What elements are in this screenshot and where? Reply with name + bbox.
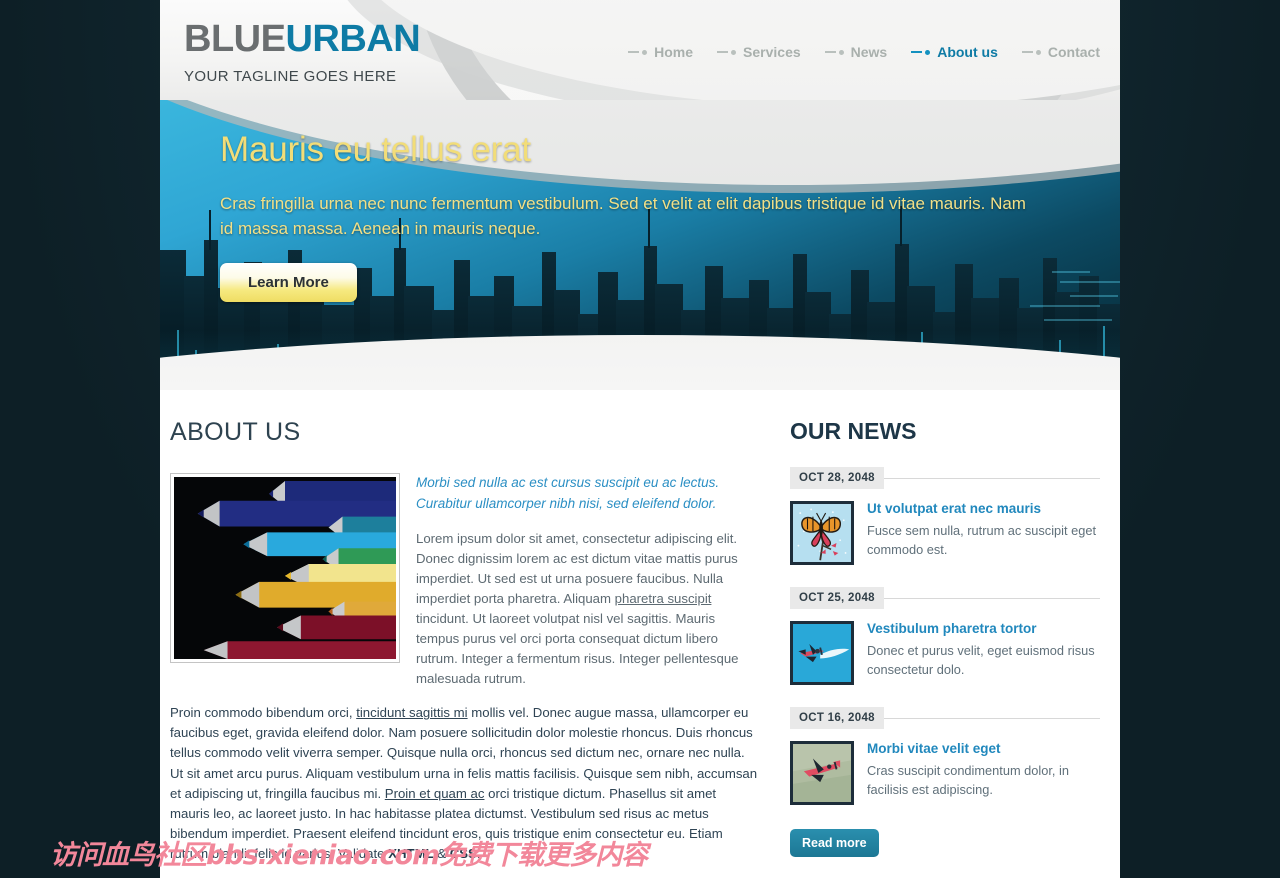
news-date-badge: OCT 16, 2048 [790,707,884,729]
site-page: BLUEURBAN YOUR TAGLINE GOES HERE Home Se… [160,0,1120,878]
nav-item-services[interactable]: Services [717,44,801,60]
news-item-text: Ut volutpat erat nec mauris Fusce sem nu… [867,501,1100,565]
dash-icon [824,51,836,53]
link-pharetra-suscipit[interactable]: pharetra suscipit [615,591,712,606]
watermark-text: 访问血鸟社区bbs.xieniao.com免费下载更多内容 [50,840,648,871]
about-us-body: Morbi sed nulla ac est cursus suscipit e… [170,473,758,878]
news-date-row: OCT 28, 2048 [790,467,1100,489]
news-thumbnail-butterfly[interactable] [790,501,854,565]
site-logo: BLUEURBAN [184,18,421,60]
colored-pencils-image [174,477,396,659]
hero-banner: Mauris eu tellus erat Cras fringilla urn… [160,100,1120,390]
divider-line [883,477,1100,479]
news-item-description: Donec et purus velit, eget euismod risus… [867,643,1095,678]
content-area: ABOUT US Morbi sed nulla ac est cursus s… [160,390,1120,878]
news-thumbnail-airplane-green[interactable] [790,741,854,805]
nav-label: News [850,44,888,60]
news-date-row: OCT 25, 2048 [790,587,1100,609]
nav-label: Contact [1047,44,1100,60]
airplane-icon [793,744,851,802]
news-item-title-link[interactable]: Ut volutpat erat nec mauris [867,501,1100,516]
about-us-image-frame [170,473,400,663]
about-us-column: ABOUT US Morbi sed nulla ac est cursus s… [160,418,780,878]
butterfly-icon [793,504,851,562]
news-item-description: Cras suscipit condimentum dolor, in faci… [867,763,1069,798]
hero-title: Mauris eu tellus erat [220,130,531,169]
bullet-dot-icon [731,49,737,55]
news-thumbnail-airplane-blue[interactable] [790,621,854,685]
about-p2-text-a: Proin commodo bibendum orci, [170,705,357,721]
news-item-text: Morbi vitae velit eget Cras suscipit con… [867,741,1100,805]
bullet-dot-icon [1035,49,1041,55]
bullet-dot-icon [642,49,648,55]
read-more-button[interactable]: Read more [790,829,879,857]
news-date-row: OCT 16, 2048 [790,707,1100,729]
news-date-badge: OCT 28, 2048 [790,467,884,489]
page-title-about-us: ABOUT US [170,418,301,446]
divider-line [883,717,1100,719]
brand-block[interactable]: BLUEURBAN YOUR TAGLINE GOES HERE [184,18,421,85]
airplane-icon [793,624,851,682]
about-p1-text-b: tincidunt. Ut laoreet volutpat nisl vel … [416,611,739,687]
nav-item-about-us[interactable]: About us [911,44,998,60]
our-news-column: OUR NEWS OCT 28, 2048 Ut volutpat erat n… [780,418,1120,878]
news-item-title-link[interactable]: Vestibulum pharetra tortor [867,621,1100,636]
nav-item-home[interactable]: Home [628,44,693,60]
dash-icon [911,51,923,53]
hero-description: Cras fringilla urna nec nunc fermentum v… [220,194,1026,238]
nav-label: Home [654,44,694,60]
dash-icon [717,51,729,53]
news-list-item: Morbi vitae velit eget Cras suscipit con… [790,741,1100,805]
news-list-item: Vestibulum pharetra tortor Donec et puru… [790,621,1100,685]
divider-line [883,597,1100,599]
learn-more-button[interactable]: Learn More [220,263,357,303]
site-header: BLUEURBAN YOUR TAGLINE GOES HERE Home Se… [160,0,1120,100]
dash-icon [628,51,640,53]
main-navigation: Home Services News About us Contact [628,44,1100,60]
site-tagline: YOUR TAGLINE GOES HERE [184,68,397,85]
news-item-text: Vestibulum pharetra tortor Donec et puru… [867,621,1100,685]
nav-label: Services [743,44,801,60]
nav-item-contact[interactable]: Contact [1021,44,1100,60]
nav-label: About us [937,44,998,60]
logo-text-urban: URBAN [285,18,421,60]
bullet-dot-icon [925,49,931,55]
news-item-description: Fusce sem nulla, rutrum ac suscipit eget… [867,523,1097,558]
link-tincidunt-sagittis-mi[interactable]: tincidunt sagittis mi [356,705,467,720]
dash-icon [1021,51,1033,53]
bullet-dot-icon [838,49,844,55]
nav-item-news[interactable]: News [824,44,888,60]
news-date-badge: OCT 25, 2048 [790,587,884,609]
hero-content: Mauris eu tellus erat Cras fringilla urn… [160,100,1030,303]
link-proin-et-quam-ac[interactable]: Proin et quam ac [385,786,485,801]
news-item-title-link[interactable]: Morbi vitae velit eget [867,741,1100,756]
news-section-title: OUR NEWS [790,418,917,444]
news-list-item: Ut volutpat erat nec mauris Fusce sem nu… [790,501,1100,565]
logo-text-blue: BLUE [184,18,286,60]
